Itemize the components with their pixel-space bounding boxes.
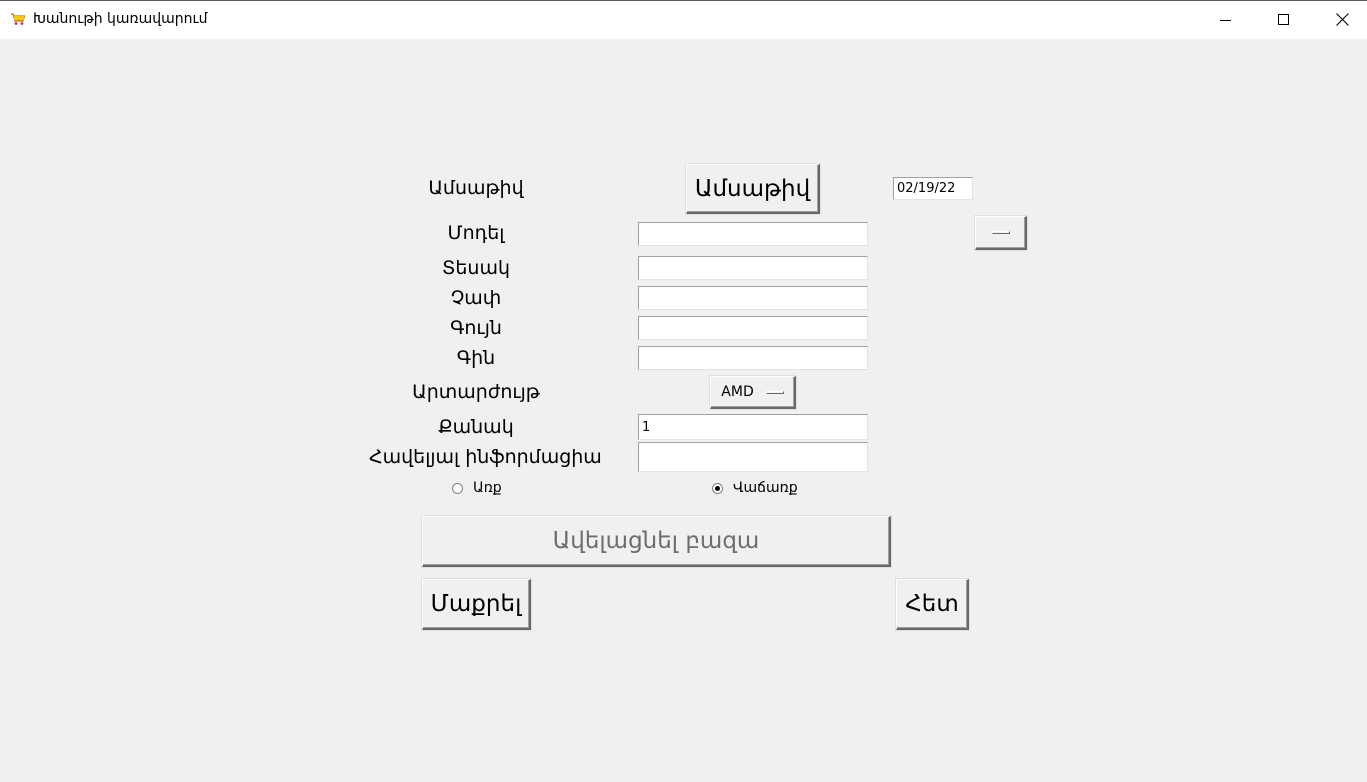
close-button[interactable] [1313, 1, 1367, 39]
date-picker-button[interactable]: Ամսաթիվ [686, 164, 820, 214]
maximize-button[interactable] [1255, 1, 1313, 39]
currency-dropdown[interactable]: AMD [710, 376, 796, 409]
back-button[interactable]: Հետ [896, 579, 969, 630]
dropdown-indicator-icon [991, 231, 1010, 234]
radio-buy-label: Առք [473, 480, 502, 496]
radio-sell-label: Վաճառք [733, 480, 798, 496]
model-label: Մոդել [447, 222, 505, 244]
model-field[interactable] [638, 222, 868, 246]
price-field[interactable] [638, 346, 868, 370]
currency-label: Արտարժույթ [412, 381, 540, 403]
radio-checked-icon [712, 482, 723, 494]
quantity-label: Քանակ [438, 416, 514, 438]
radio-sell[interactable]: Վաճառք [712, 480, 798, 496]
size-label: Չափ [450, 287, 502, 309]
currency-value: AMD [721, 384, 754, 400]
window-title: Խանութի կառավարում [33, 11, 208, 27]
minimize-icon [1220, 11, 1232, 30]
cart-icon [10, 11, 26, 27]
close-icon [1335, 11, 1349, 30]
minimize-button[interactable] [1197, 1, 1255, 39]
type-label: Տեսակ [441, 257, 511, 279]
date-label: Ամսաթիվ [428, 177, 524, 199]
price-label: Գին [456, 347, 496, 369]
size-field[interactable] [638, 286, 868, 310]
clear-button[interactable]: Մաքրել [422, 579, 531, 630]
extra-info-field[interactable] [638, 442, 868, 472]
dropdown-indicator-icon [765, 390, 784, 394]
date-field[interactable] [893, 177, 973, 200]
model-dropdown-button[interactable] [975, 216, 1027, 250]
type-field[interactable] [638, 256, 868, 280]
extra-info-label: Հավելյալ ինֆորմացիա [369, 446, 602, 468]
color-label: Գույն [450, 317, 502, 339]
title-bar: Խանութի կառավարում [0, 0, 1367, 39]
radio-unchecked-icon [452, 482, 463, 494]
quantity-field[interactable] [638, 414, 868, 440]
app-window: Խանութի կառավարում Ամսաթիվ Ամսաթիվ Մոդել… [0, 0, 1367, 782]
radio-buy[interactable]: Առք [452, 480, 502, 496]
color-field[interactable] [638, 316, 868, 340]
add-to-database-button[interactable]: Ավելացնել բազա [422, 516, 891, 567]
maximize-icon [1278, 11, 1290, 30]
